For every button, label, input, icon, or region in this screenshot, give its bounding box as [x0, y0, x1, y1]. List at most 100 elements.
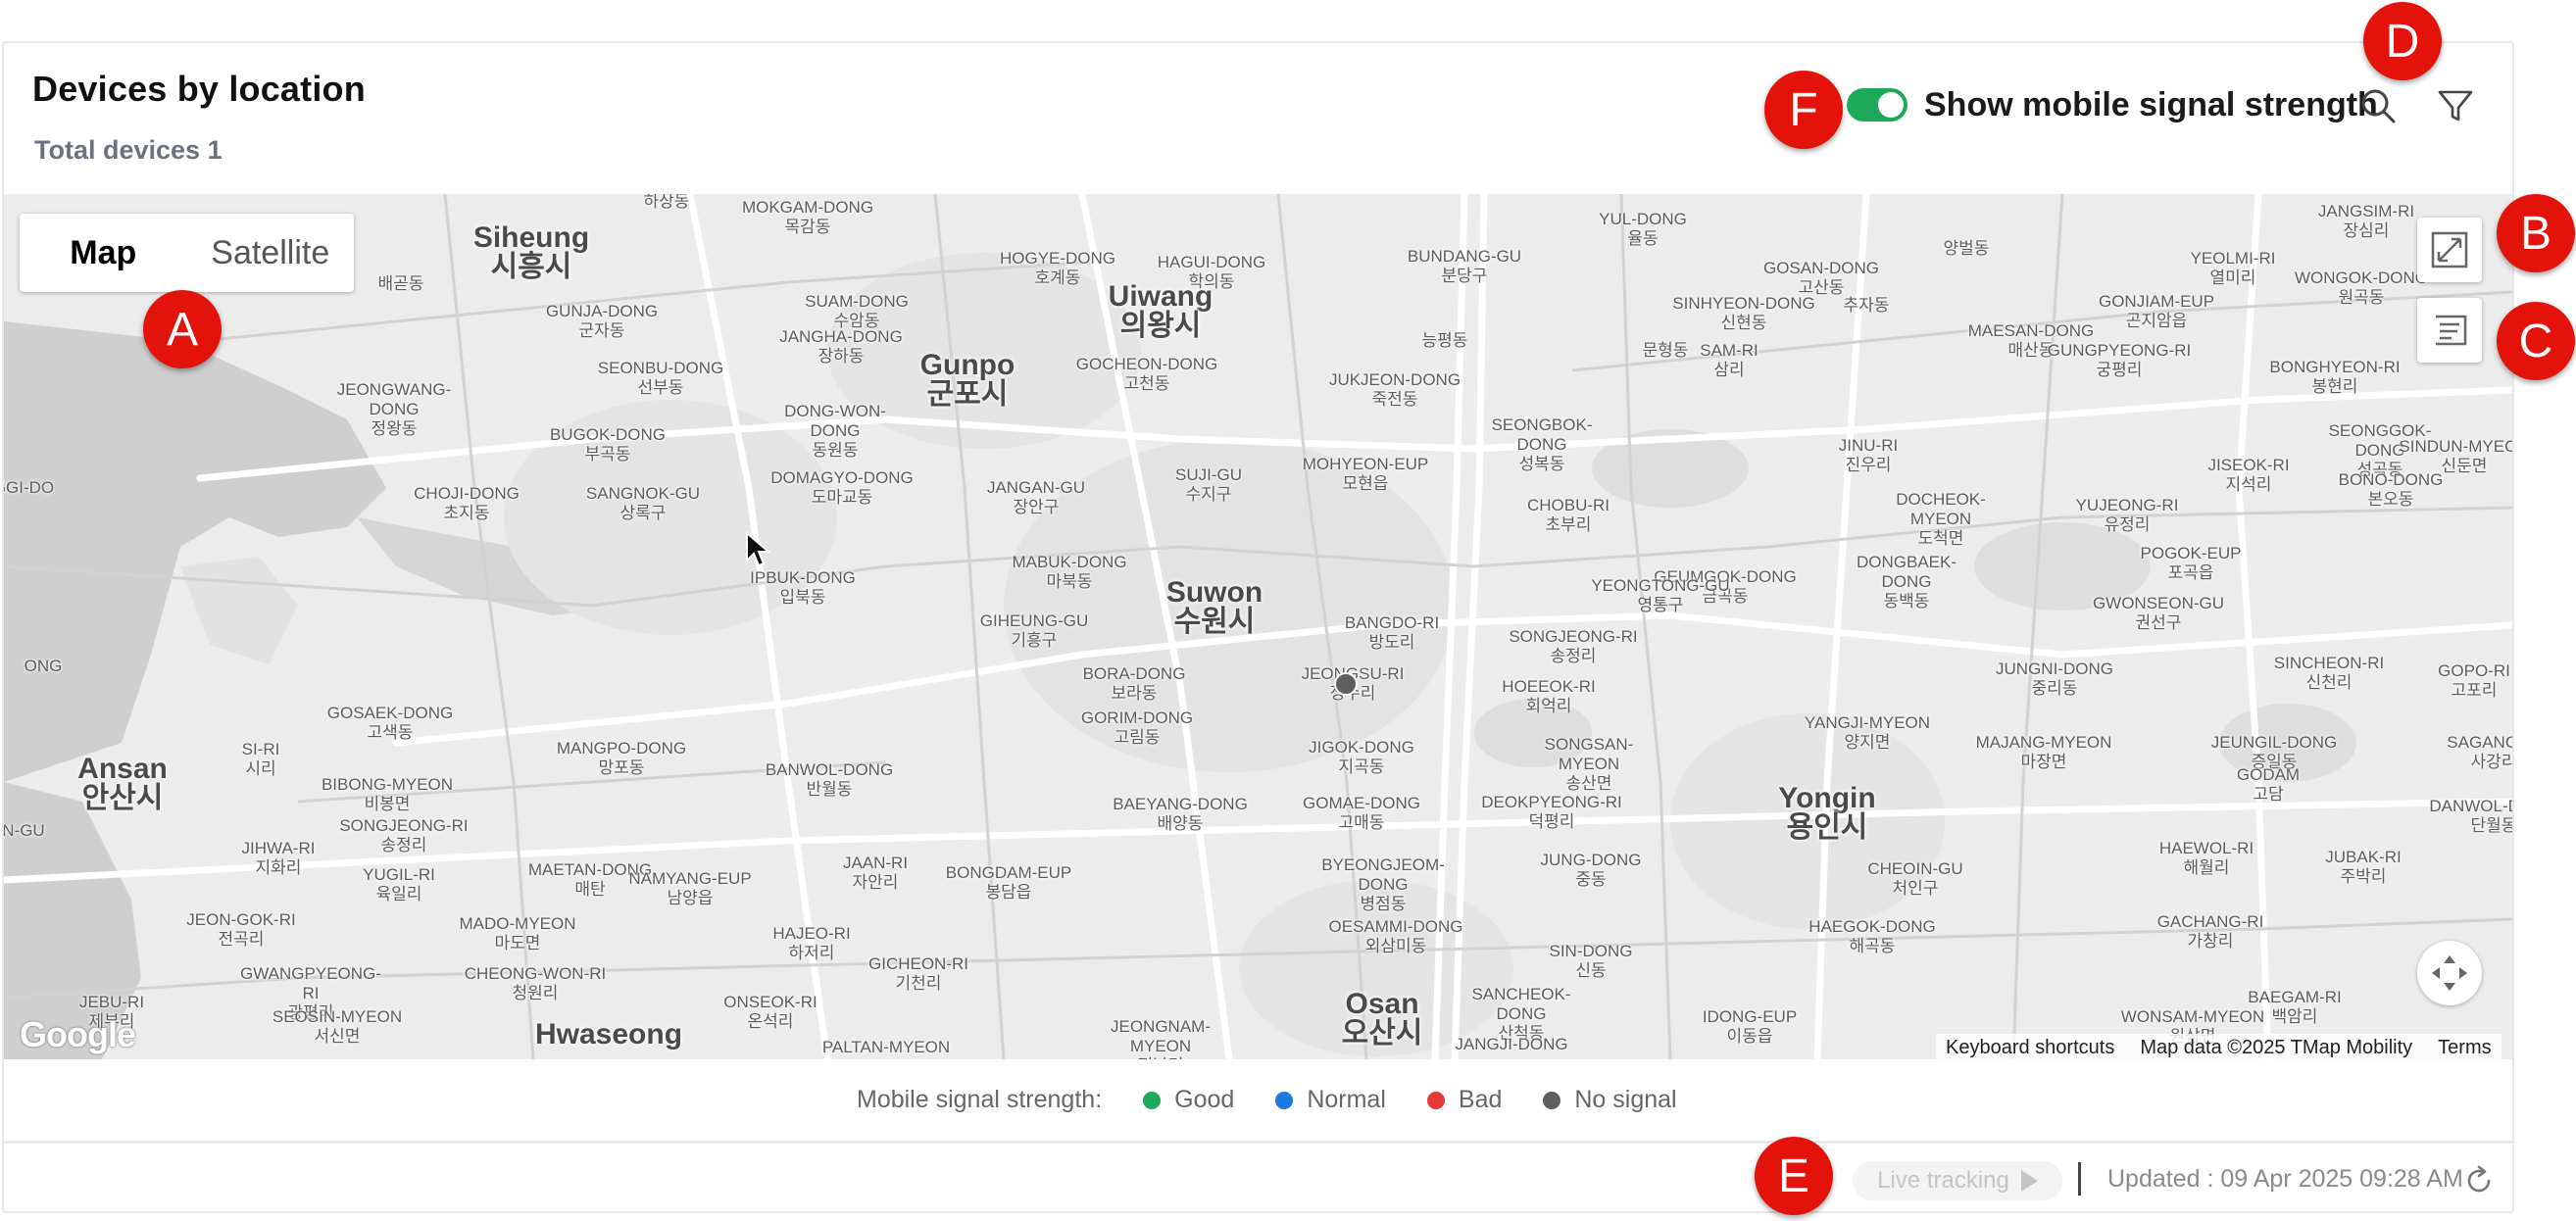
- signal-strength-toggle-label: Show mobile signal strength: [1924, 86, 2378, 123]
- map-place-label: YUJEONG-RI 유정리: [2075, 496, 2179, 534]
- fullscreen-icon: [2431, 231, 2468, 269]
- map-place-label: HAEGOK-DONG 해곡동: [1808, 917, 1936, 955]
- map-place-label: JIGOK-DONG 지곡동: [1309, 738, 1414, 776]
- map-place-label: CHOJI-DONG 초지동: [414, 484, 520, 522]
- live-tracking-button[interactable]: Live tracking: [1853, 1161, 2062, 1200]
- map-place-label: SAGANG-RI 사강리: [2447, 733, 2512, 771]
- map-place-label: GUNGPYEONG-RI 궁평리: [2047, 341, 2192, 379]
- map-city-label: Osan 오산시: [1341, 988, 1423, 1050]
- map-place-label: N-GU: [4, 821, 45, 840]
- map-type-switch: Map Satellite: [20, 214, 354, 292]
- last-updated-text: Updated : 09 Apr 2025 09:28 AM: [2107, 1165, 2463, 1193]
- card-title: Devices by location: [32, 69, 366, 109]
- device-map[interactable]: 하상동 MOKGAM-DONG 목감동 배곧동 GUNJA-DONG 군자동 SUAM-…: [4, 194, 2512, 1059]
- signal-strength-legend: Mobile signal strength: Good Normal Bad …: [857, 1086, 1677, 1114]
- map-place-label: GGI-DO: [4, 478, 55, 497]
- footer-divider-line: [4, 1141, 2512, 1144]
- map-place-label: GICHEON-RI 기천리: [868, 954, 968, 993]
- map-place-label: BANWOL-DONG 반월동: [765, 760, 894, 799]
- search-icon[interactable]: [2356, 84, 2400, 127]
- map-place-label: YUL-DONG 율동: [1599, 210, 1687, 248]
- callout-b: B: [2497, 194, 2575, 272]
- map-type-map-button[interactable]: Map: [20, 214, 187, 292]
- map-place-label: WONGOK-DONG 원곡동: [2295, 269, 2428, 307]
- map-place-label: JISEOK-RI 지석리: [2207, 456, 2290, 494]
- device-marker[interactable]: [1334, 672, 1358, 696]
- filter-icon[interactable]: [2434, 84, 2477, 127]
- map-place-label: SEONGBOK-DONG 성복동: [1491, 415, 1593, 473]
- footer-separator: [2078, 1162, 2081, 1196]
- terms-link[interactable]: Terms: [2438, 1037, 2491, 1059]
- google-logo: Google: [20, 1014, 136, 1054]
- map-place-label: SUAM-DONG 수암동: [805, 292, 909, 330]
- callout-d: D: [2363, 2, 2442, 80]
- map-place-label: JINU-RI 진우리: [1838, 436, 1899, 474]
- legend-item-good: Good: [1143, 1086, 1234, 1114]
- callout-e: E: [1755, 1137, 1833, 1215]
- map-place-label: DEOKPYEONG-RI 덕평리: [1481, 793, 1622, 831]
- map-place-label: DANWOL-DONG 단월동: [2429, 797, 2512, 835]
- map-city-label: Suwon 수원시: [1165, 576, 1263, 638]
- map-place-label: IDONG-EUP 이동읍: [1702, 1007, 1798, 1046]
- map-place-label: GWONSEON-GU 권선구: [2092, 594, 2225, 632]
- map-place-label: BUGOK-DONG 부곡동: [549, 425, 667, 464]
- legend-dot-no-signal: [1543, 1091, 1561, 1109]
- map-city-label: Ansan 안산시: [77, 753, 168, 814]
- map-place-label: DOMAGYO-DONG 도마교동: [770, 468, 914, 507]
- recenter-button[interactable]: [2417, 941, 2482, 1005]
- map-place-label: DONGBAEK-DONG 동백동: [1856, 553, 1957, 610]
- legend-item-bad: Bad: [1426, 1086, 1502, 1114]
- toggle-knob: [1878, 92, 1904, 118]
- map-place-label: CHEONG-WON-RI 청원리: [464, 964, 607, 1002]
- map-place-label: BUNDANG-GU 분당구: [1407, 247, 1522, 285]
- map-place-label: SUJI-GU 수지구: [1175, 465, 1242, 504]
- map-place-label: GODAM 고담: [2236, 765, 2301, 804]
- legend-title: Mobile signal strength:: [857, 1086, 1103, 1113]
- list-panel-icon: [2436, 315, 2467, 346]
- map-place-label: MANGPO-DONG 망포동: [556, 739, 687, 777]
- signal-strength-toggle[interactable]: [1847, 88, 1907, 122]
- map-place-label: MOHYEON-EUP 모현읍: [1302, 455, 1429, 493]
- refresh-icon[interactable]: [2462, 1164, 2496, 1197]
- map-place-label: JEONGNAM-MYEON 정남면: [1111, 1017, 1211, 1059]
- map-place-label: BONO-DONG 본오동: [2338, 470, 2444, 509]
- map-place-label: GOCHEON-DONG 고천동: [1075, 355, 1218, 393]
- map-place-label: OESAMMI-DONG 외삼미동: [1328, 917, 1463, 955]
- map-place-label: HOEEOK-RI 회억리: [1502, 677, 1596, 715]
- map-city-label: Hwaseong: [534, 1018, 683, 1050]
- mouse-cursor-icon: [746, 531, 770, 567]
- list-panel-button[interactable]: [2417, 298, 2482, 363]
- legend-dot-good: [1143, 1091, 1162, 1109]
- keyboard-shortcuts-link[interactable]: Keyboard shortcuts: [1946, 1037, 2114, 1059]
- callout-f: F: [1764, 71, 1843, 149]
- map-place-label: GOMAE-DONG 고매동: [1303, 794, 1420, 832]
- map-place-label: BORA-DONG 보라동: [1082, 664, 1186, 703]
- map-city-label: Siheung 시흥시: [472, 221, 590, 283]
- map-place-label: POGOK-EUP 포곡읍: [2140, 544, 2242, 582]
- map-place-label: BYEONGJEOM-DONG 병점동: [1321, 855, 1445, 913]
- map-place-label: SANGNOK-GU 상록구: [585, 484, 701, 522]
- map-city-label: Uiwang 의왕시: [1108, 280, 1214, 342]
- legend-item-no-signal: No signal: [1543, 1086, 1677, 1114]
- map-place-label: YEOLMI-RI 열미리: [2190, 249, 2276, 287]
- map-type-satellite-button[interactable]: Satellite: [187, 214, 355, 292]
- legend-dot-bad: [1426, 1091, 1445, 1109]
- map-place-label: GUNJA-DONG 군자동: [545, 302, 659, 340]
- map-place-label: JEON-GOK-RI 전곡리: [186, 910, 296, 949]
- map-place-label: NAMYANG-EUP 남양읍: [628, 869, 752, 907]
- map-place-label: DONG-WON-DONG 동원동: [784, 402, 886, 460]
- fullscreen-button[interactable]: [2417, 218, 2482, 282]
- map-place-label: 양벌동: [1943, 239, 1990, 258]
- map-place-label: YEONGTONG-GU 영통구: [1591, 576, 1730, 614]
- map-place-label: IPBUK-DONG 입북동: [750, 568, 856, 607]
- map-place-label: SONGJEONG-RI 송정리: [1509, 627, 1638, 665]
- callout-a: A: [143, 290, 222, 368]
- map-city-label: Gunpo 군포시: [919, 349, 1016, 411]
- map-place-label: SAM-RI 삼리: [1700, 341, 1759, 379]
- map-data-credit: Map data ©2025 TMap Mobility: [2140, 1036, 2413, 1058]
- map-place-label: GORIM-DONG 고림동: [1080, 708, 1194, 747]
- map-place-label: MADO-MYEON 마도면: [459, 914, 576, 952]
- map-place-label: JEONGWANG-DONG 정왕동: [336, 380, 452, 438]
- map-place-label: HAEWOL-RI 해월리: [2158, 839, 2254, 877]
- map-place-label: BONGDAM-EUP 봉담읍: [945, 863, 1072, 902]
